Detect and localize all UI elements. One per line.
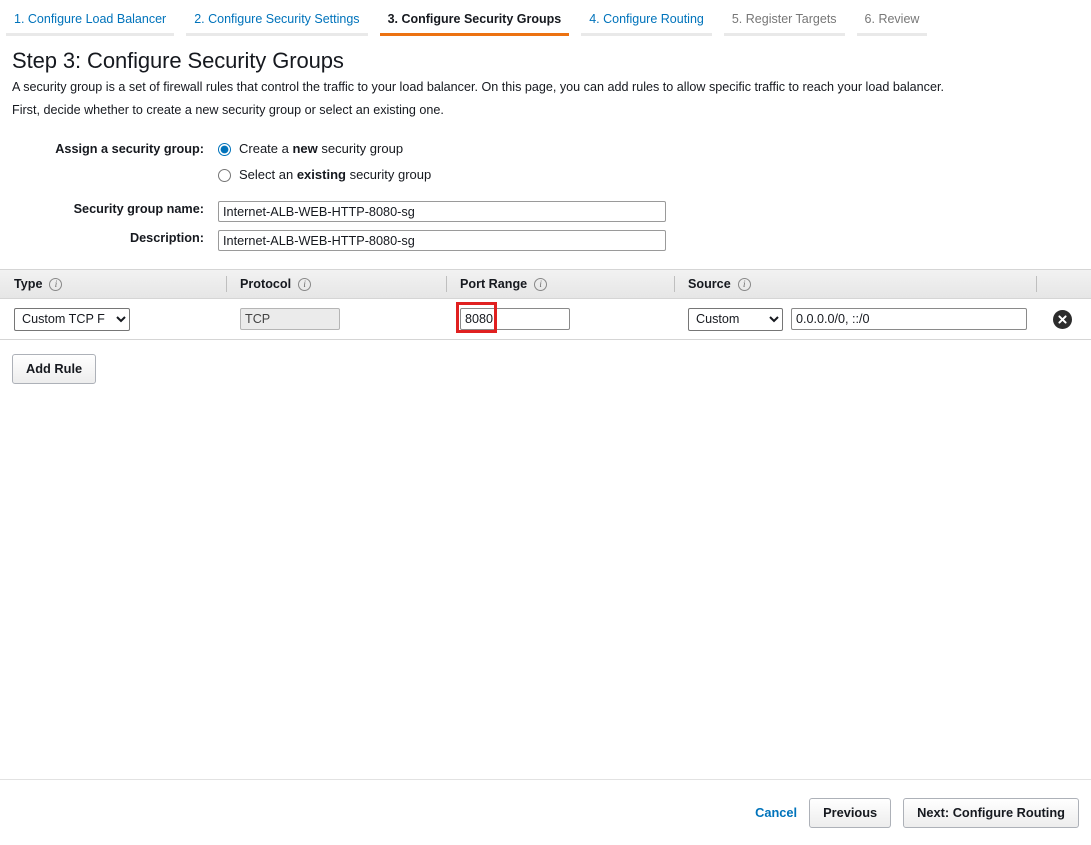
page-title: Step 3: Configure Security Groups	[12, 48, 1079, 74]
tab-configure-security-settings[interactable]: 2. Configure Security Settings	[180, 6, 373, 36]
tab-configure-security-groups[interactable]: 3. Configure Security Groups	[374, 6, 576, 36]
cell-actions	[1036, 299, 1091, 339]
security-group-rules-table: Type i Protocol i Port Range i Source i …	[0, 269, 1091, 340]
tab-label: 3. Configure Security Groups	[388, 12, 562, 26]
cell-protocol	[226, 299, 446, 339]
radio-select-existing-security-group[interactable]	[218, 169, 231, 182]
tab-configure-load-balancer[interactable]: 1. Configure Load Balancer	[0, 6, 180, 36]
cancel-button[interactable]: Cancel	[755, 805, 797, 820]
column-header-source-label: Source	[688, 277, 731, 291]
column-header-source: Source i	[674, 270, 1036, 298]
description-row: Description:	[12, 230, 1079, 251]
column-header-type: Type i	[0, 270, 226, 298]
tab-label: 1. Configure Load Balancer	[14, 12, 166, 26]
add-rule-button[interactable]: Add Rule	[12, 354, 96, 384]
radio-new-prefix: Create a	[239, 141, 292, 156]
next-configure-routing-button[interactable]: Next: Configure Routing	[903, 798, 1079, 828]
cell-type: Custom TCP F	[0, 299, 226, 339]
description-input[interactable]	[218, 230, 666, 251]
tab-review: 6. Review	[851, 6, 934, 36]
table-row: Custom TCP F Custom	[0, 299, 1091, 339]
column-header-protocol-label: Protocol	[240, 277, 291, 291]
page-intro-line-2: First, decide whether to create a new se…	[12, 102, 1072, 119]
tab-configure-routing[interactable]: 4. Configure Routing	[575, 6, 718, 36]
rules-table-header: Type i Protocol i Port Range i Source i	[0, 270, 1091, 299]
wizard-tab-bar: 1. Configure Load Balancer 2. Configure …	[0, 0, 1091, 36]
radio-existing-label[interactable]: Select an existing security group	[239, 167, 431, 183]
add-rule-container: Add Rule	[12, 354, 1079, 384]
close-circle-icon[interactable]	[1053, 310, 1072, 329]
port-range-wrapper	[460, 308, 570, 330]
description-label: Description:	[12, 230, 218, 245]
radio-create-new-security-group[interactable]	[218, 143, 231, 156]
rule-protocol-input	[240, 308, 340, 330]
column-header-protocol: Protocol i	[226, 270, 446, 298]
column-header-actions	[1036, 270, 1091, 298]
column-header-type-label: Type	[14, 277, 42, 291]
tab-label: 2. Configure Security Settings	[194, 12, 359, 26]
wizard-footer: Cancel Previous Next: Configure Routing	[0, 779, 1091, 845]
tab-register-targets: 5. Register Targets	[718, 6, 851, 36]
info-icon-source[interactable]: i	[738, 278, 751, 291]
radio-existing-suffix: security group	[346, 167, 431, 182]
security-group-name-row: Security group name:	[12, 201, 1079, 222]
column-header-port-range-label: Port Range	[460, 277, 527, 291]
rule-source-select[interactable]: Custom	[688, 308, 783, 331]
previous-button[interactable]: Previous	[809, 798, 891, 828]
security-group-form: Assign a security group: Create a new se…	[12, 141, 1079, 251]
radio-option-create-new[interactable]: Create a new security group	[218, 141, 1079, 157]
info-icon-protocol[interactable]: i	[298, 278, 311, 291]
radio-new-strong: new	[292, 141, 317, 156]
info-icon-port-range[interactable]: i	[534, 278, 547, 291]
cell-port-range	[446, 299, 674, 339]
security-group-name-label: Security group name:	[12, 201, 218, 216]
radio-new-suffix: security group	[318, 141, 403, 156]
security-group-name-input[interactable]	[218, 201, 666, 222]
page-intro-line-1: A security group is a set of firewall ru…	[12, 79, 1072, 96]
rule-port-range-input[interactable]	[460, 308, 570, 330]
info-icon-type[interactable]: i	[49, 278, 62, 291]
radio-existing-strong: existing	[297, 167, 346, 182]
assign-security-group-label: Assign a security group:	[12, 141, 218, 156]
tab-label: 5. Register Targets	[732, 12, 837, 26]
radio-option-select-existing[interactable]: Select an existing security group	[218, 167, 1079, 183]
tab-label: 4. Configure Routing	[589, 12, 704, 26]
radio-create-new-label[interactable]: Create a new security group	[239, 141, 403, 157]
tab-label: 6. Review	[865, 12, 920, 26]
cell-source: Custom	[674, 299, 1036, 339]
assign-security-group-row: Assign a security group: Create a new se…	[12, 141, 1079, 193]
radio-existing-prefix: Select an	[239, 167, 297, 182]
rule-cidr-input[interactable]	[791, 308, 1027, 330]
rule-type-select[interactable]: Custom TCP F	[14, 308, 130, 331]
column-header-port-range: Port Range i	[446, 270, 674, 298]
